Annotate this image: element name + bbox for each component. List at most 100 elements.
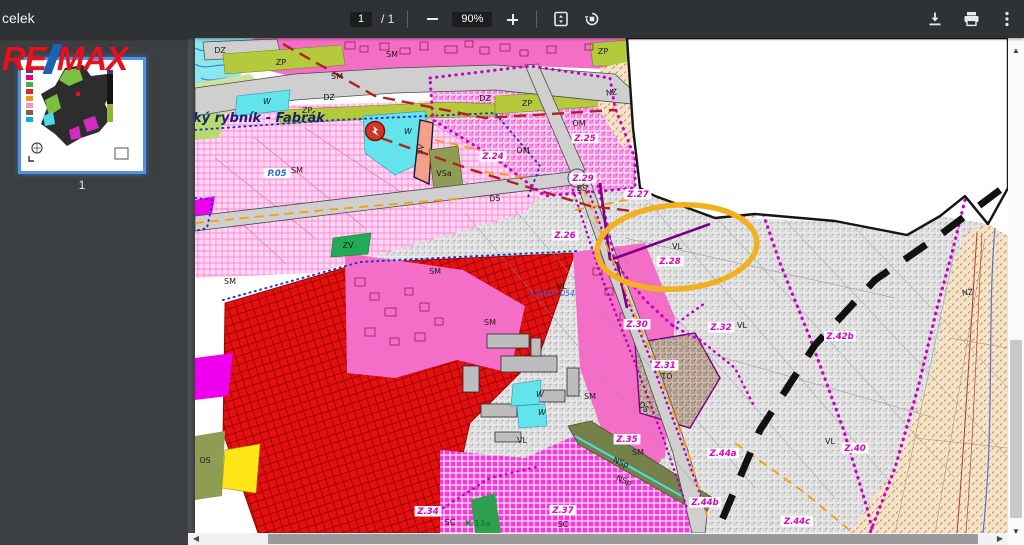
svg-text:K 13a: K 13a [465,519,491,528]
map-label-z-44a: Z.44a [707,448,739,459]
map-label-zv: ZV [343,241,354,250]
svg-text:VL: VL [672,242,682,251]
more-options-button[interactable] [996,8,1018,30]
zoom-level-input[interactable]: 90% [452,12,492,27]
map-label-z-24: Z.24 [480,151,507,162]
svg-text:OM: OM [516,146,529,155]
svg-text:Z.44c: Z.44c [783,517,810,527]
svg-text:DZ: DZ [323,93,335,102]
svg-text:SM: SM [331,72,343,81]
scroll-left-arrow-icon[interactable]: ◀ [190,533,202,545]
scroll-up-arrow-icon[interactable]: ▲ [1008,44,1024,58]
page-total-label: / 1 [381,12,394,26]
map-label-z-29: Z.29 [570,173,597,184]
svg-text:P.05: P.05 [267,169,286,179]
map-label-sm: SM [291,166,303,175]
download-button[interactable] [924,8,946,30]
minus-icon [427,18,438,20]
map-label-dz: DZ [479,94,491,103]
map-label-1-04-07-054: 1.04.07.054 [529,289,575,298]
svg-text:DS: DS [489,194,501,204]
map-label-z-42b: Z.42b [824,331,856,342]
svg-text:Z.25: Z.25 [573,134,595,144]
svg-text:OS: OS [199,456,210,465]
map-label-sm: SM [224,277,236,286]
fit-page-icon [553,11,569,27]
svg-text:Z.30: Z.30 [625,320,647,330]
svg-text:ZP: ZP [522,99,532,108]
svg-text:Z.34: Z.34 [416,507,438,517]
map-label-dz: DZ [323,93,335,102]
toolbar-center-controls: 1 / 1 90% [350,0,603,38]
map-label-z-37: Z.37 [550,505,577,516]
svg-text:1.04.07.054: 1.04.07.054 [529,289,575,298]
remax-logo-re: RE [2,40,46,78]
scroll-down-arrow-icon[interactable]: ▼ [1008,525,1024,539]
svg-text:Z.26: Z.26 [553,231,575,241]
svg-text:Z.40: Z.40 [843,444,865,454]
svg-text:SM: SM [632,448,644,457]
fit-page-button[interactable] [550,8,572,30]
svg-text:Z.32: Z.32 [709,323,731,333]
more-vertical-icon [1005,11,1009,27]
map-label-z-27: Z.27 [625,189,652,200]
pdf-page[interactable]: ký rybník - FabrákDZZPSMSMDZWZPDZZPZPNZO… [195,38,1008,533]
print-button[interactable] [960,8,982,30]
svg-text:VL: VL [517,436,527,445]
svg-text:Z.31: Z.31 [653,361,675,371]
map-label-sm: SM [429,267,441,276]
horizontal-scrollbar[interactable]: ◀ ▶ [188,533,1008,545]
map-label-z-28: Z.28 [657,256,684,267]
svg-text:ZV: ZV [343,241,354,250]
zoom-out-button[interactable] [421,8,443,30]
scroll-right-arrow-icon[interactable]: ▶ [994,533,1006,545]
map-label-zp: ZP [522,99,532,108]
pdf-viewer-window: celek 1 / 1 90% [0,0,1024,545]
toolbar-right-controls [924,0,1018,38]
svg-text:Z.37: Z.37 [551,506,573,516]
map-label-k-13a: K 13a [465,519,491,528]
horizontal-scrollbar-thumb[interactable] [268,534,978,544]
svg-text:NZ: NZ [605,87,618,98]
map-label-sm: SM [386,50,398,59]
zoom-in-button[interactable] [501,8,523,30]
toolbar: celek 1 / 1 90% [0,0,1024,38]
map-label-bs: BS [577,184,587,193]
page-number-input[interactable]: 1 [350,12,372,27]
map-label-to: TO [660,372,672,381]
svg-text:SC: SC [558,520,569,529]
vertical-scrollbar-thumb[interactable] [1010,340,1022,518]
svg-text:OM: OM [572,119,585,128]
map-label-om: OM [516,146,529,155]
svg-text:Z.24: Z.24 [481,152,503,162]
svg-text:Z.35: Z.35 [615,435,637,445]
map-label-om: OM [572,119,585,128]
map-label-z-35: Z.35 [614,434,641,445]
rotate-button[interactable] [581,8,603,30]
vertical-scrollbar[interactable]: ▲ ▼ [1008,38,1024,545]
map-label-z-32: Z.32 [708,322,735,333]
map-label-w: W [404,127,413,136]
map-label-sc: SC [558,520,569,529]
svg-text:VL: VL [825,437,835,446]
map-label-nz: NZ [605,87,618,98]
map-label-vl: VL [517,436,527,445]
map-label-sc: SC [445,518,456,527]
svg-text:SM: SM [484,318,496,327]
document-title: celek [2,10,35,26]
svg-text:W: W [536,390,545,399]
map-label-nz: NZ [961,287,974,298]
map-label-z-44c: Z.44c [781,516,813,527]
map-label-z-25: Z.25 [572,133,599,144]
svg-text:DZ: DZ [479,94,491,103]
svg-text:TO: TO [660,372,672,381]
rotate-counterclockwise-icon [584,11,600,27]
map-label-zp: ZP [598,47,608,56]
map-label-z-31: Z.31 [652,360,679,371]
map-label-z-30: Z.30 [624,319,651,330]
remax-logo-max: MAX [57,40,127,78]
svg-text:SM: SM [224,277,236,286]
svg-text:BS: BS [577,184,587,193]
zoning-map: ký rybník - FabrákDZZPSMSMDZWZPDZZPZPNZO… [195,38,1008,533]
svg-text:SM: SM [386,50,398,59]
